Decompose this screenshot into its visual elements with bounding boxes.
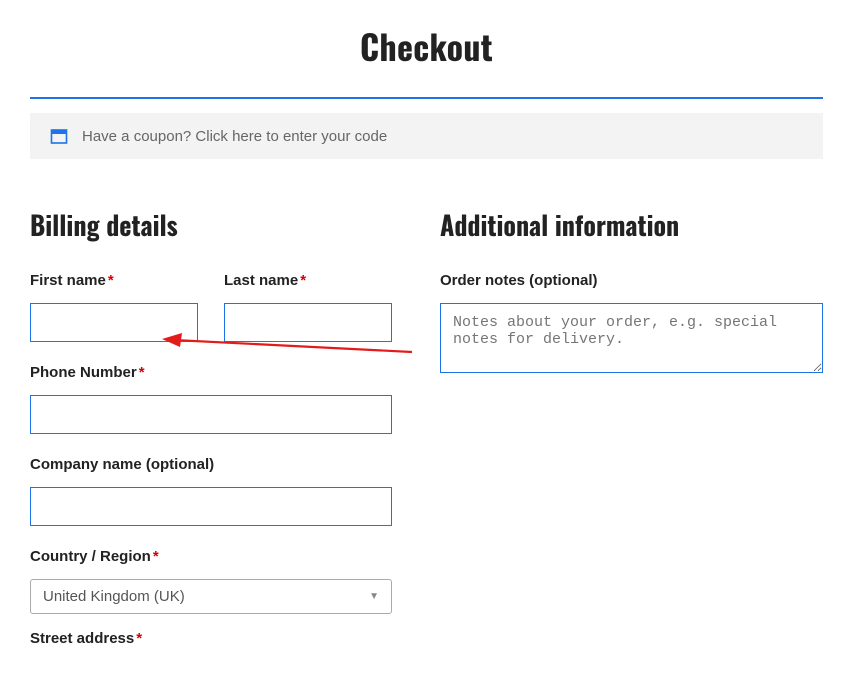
phone-label: Phone Number* xyxy=(30,364,392,381)
required-mark: * xyxy=(153,548,159,565)
divider xyxy=(30,97,823,99)
first-name-input[interactable] xyxy=(30,303,198,342)
required-mark: * xyxy=(108,272,114,289)
page-title: Checkout xyxy=(30,20,823,71)
billing-heading: Billing details xyxy=(30,205,392,244)
required-mark: * xyxy=(139,364,145,381)
country-select[interactable]: United Kingdom (UK) ▼ xyxy=(30,579,392,614)
order-notes-label: Order notes (optional) xyxy=(440,272,823,289)
last-name-input[interactable] xyxy=(224,303,392,342)
country-value: United Kingdom (UK) xyxy=(43,588,185,605)
order-notes-textarea[interactable] xyxy=(440,303,823,373)
country-label: Country / Region* xyxy=(30,548,392,565)
required-mark: * xyxy=(300,272,306,289)
first-name-label: First name* xyxy=(30,272,198,289)
phone-input[interactable] xyxy=(30,395,392,434)
last-name-label: Last name* xyxy=(224,272,392,289)
caret-down-icon: ▼ xyxy=(369,591,379,602)
company-label: Company name (optional) xyxy=(30,456,392,473)
additional-heading: Additional information xyxy=(440,205,823,244)
required-mark: * xyxy=(136,630,142,647)
calendar-icon xyxy=(50,127,68,145)
coupon-notice[interactable]: Have a coupon? Click here to enter your … xyxy=(30,113,823,159)
coupon-text: Have a coupon? Click here to enter your … xyxy=(82,128,387,145)
company-input[interactable] xyxy=(30,487,392,526)
street-label: Street address* xyxy=(30,630,392,647)
